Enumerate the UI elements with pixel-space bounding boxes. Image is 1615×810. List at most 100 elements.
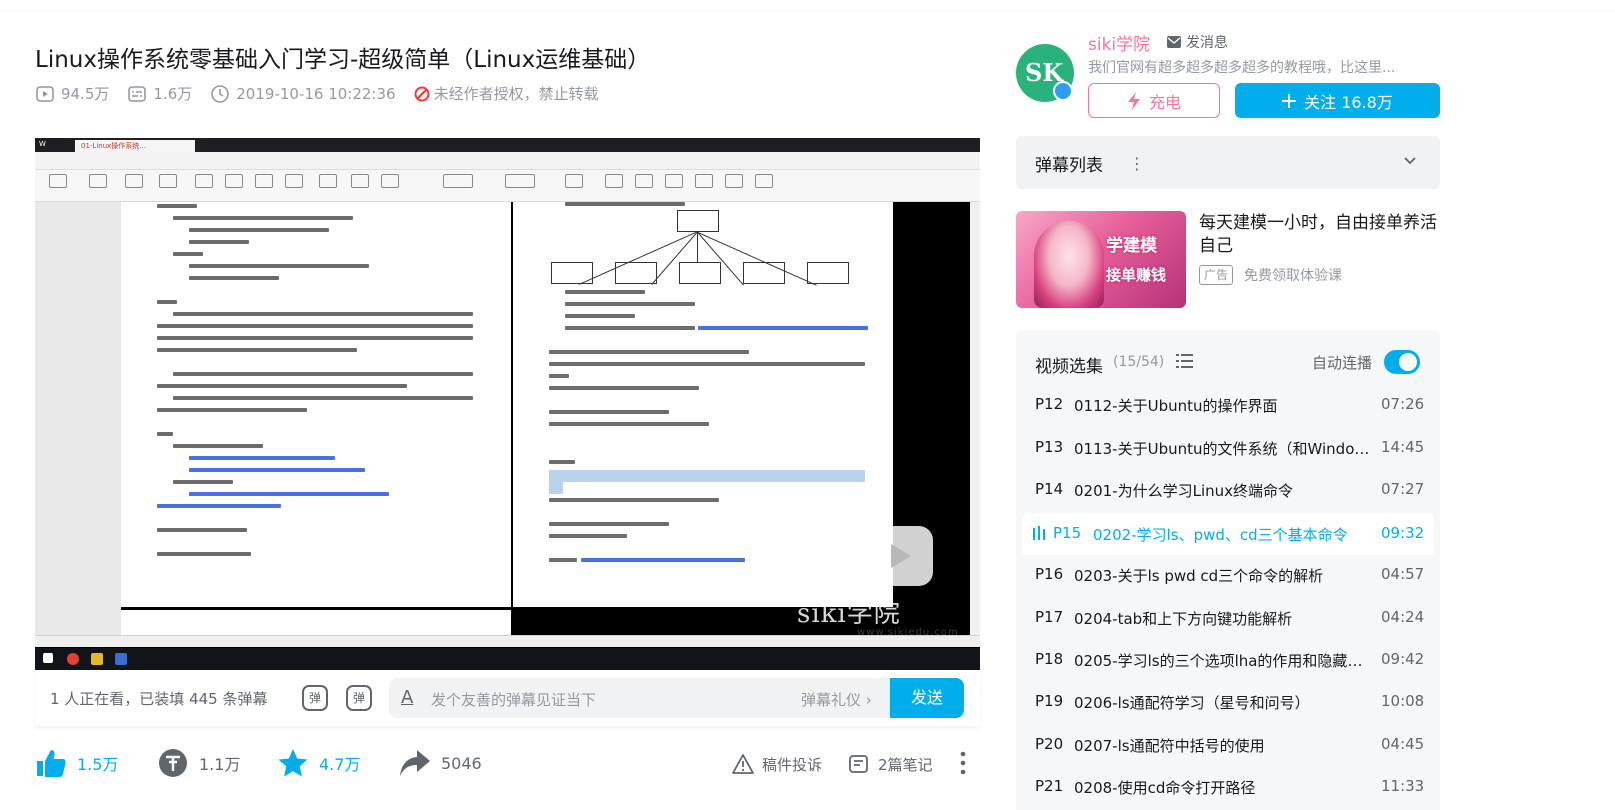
wps-titlebar: W 01-Linux操作系统...: [35, 138, 980, 152]
favorite-count: 4.7万: [319, 755, 361, 774]
danmaku-bar: 1 人正在看，已装填 445 条弹幕 弹 弹 A 发个友善的弹幕见证当下 弹幕礼…: [35, 670, 980, 726]
share-count: 5046: [441, 753, 482, 773]
send-message-label: 发消息: [1186, 35, 1228, 51]
play-button-icon[interactable]: [865, 526, 933, 586]
episode-playlist: 视频选集 (15/54) 自动连播 P12 0112-关于Ubuntu的操作界面…: [1016, 330, 1440, 810]
playlist-item[interactable]: P20 0207-ls通配符中括号的使用 04:45: [1016, 724, 1440, 766]
video-player[interactable]: W 01-Linux操作系统... siki学院 www.sikiedu.com: [35, 138, 980, 670]
windows-taskbar: [35, 648, 980, 670]
danmaku-toggle-icon[interactable]: 弹: [302, 685, 328, 711]
share-button[interactable]: 5046: [399, 748, 482, 778]
video-title: Linux操作系统零基础入门学习-超级简单（Linux运维基础）: [35, 47, 651, 73]
playlist-count: (15/54): [1113, 354, 1165, 370]
episode-name: 0208-使用cd命令打开路径: [1074, 779, 1256, 797]
mail-icon: [1167, 36, 1181, 48]
coin-button[interactable]: 1.1万: [157, 748, 240, 778]
playlist-item-current[interactable]: P15 0202-学习ls、pwd、cd三个基本命令 09:32: [1022, 513, 1434, 555]
like-count: 1.5万: [77, 755, 119, 774]
playlist-item[interactable]: P18 0205-学习ls的三个选项lha的作用和隐藏文件 09:42: [1016, 639, 1440, 681]
danmaku-etiquette-link[interactable]: 弹幕礼仪 ›: [801, 689, 872, 710]
playlist-item[interactable]: P12 0112-关于Ubuntu的操作界面 07:26: [1016, 384, 1440, 426]
episode-code: P13: [1035, 438, 1064, 456]
chevron-down-icon[interactable]: [1403, 150, 1417, 172]
danmaku-settings-icon[interactable]: 弹: [346, 685, 372, 711]
charge-button[interactable]: 充电: [1088, 83, 1220, 118]
wps-statusbar: [35, 635, 980, 647]
episode-duration: 07:27: [1381, 480, 1425, 498]
autoplay-toggle[interactable]: [1384, 350, 1420, 374]
episode-code: P20: [1035, 735, 1064, 753]
danmaku-input[interactable]: A 发个友善的弹幕见证当下 弹幕礼仪 ›: [389, 678, 964, 718]
watermark-url: www.sikiedu.com: [857, 627, 959, 638]
copyright-text: 未经作者授权，禁止转载: [433, 85, 599, 103]
more-options-icon[interactable]: [960, 751, 966, 775]
favorite-button[interactable]: 4.7万: [277, 748, 360, 778]
episode-name: 0205-学习ls的三个选项lha的作用和隐藏文件: [1074, 652, 1376, 670]
pubdate: 2019-10-16 10:22:36: [210, 84, 396, 104]
coin-icon: [159, 749, 187, 777]
play-count-icon: [36, 85, 54, 102]
episode-name: 0207-ls通配符中括号的使用: [1074, 737, 1265, 755]
playlist-item[interactable]: P21 0208-使用cd命令打开路径 11:33: [1016, 766, 1440, 808]
playlist-item[interactable]: P16 0203-关于ls pwd cd三个命令的解析 04:57: [1016, 554, 1440, 596]
episode-code: P15: [1053, 524, 1082, 542]
episode-code: P18: [1035, 650, 1064, 668]
episode-code: P14: [1035, 480, 1064, 498]
episode-duration: 04:24: [1381, 608, 1425, 626]
episode-duration: 04:45: [1381, 735, 1425, 753]
episode-duration: 09:32: [1381, 524, 1425, 542]
list-view-icon[interactable]: [1176, 354, 1193, 368]
uploader-name[interactable]: siki学院: [1088, 30, 1150, 55]
wps-doc-tab: 01-Linux操作系统...: [75, 140, 195, 152]
danmaku-list-more-icon[interactable]: ⋮: [1129, 154, 1145, 173]
clock-icon: [211, 84, 230, 103]
report-label: 稿件投诉: [762, 755, 823, 774]
ad-subtitle[interactable]: 免费领取体验课: [1244, 265, 1342, 285]
pubdate-value: 2019-10-16 10:22:36: [236, 84, 396, 103]
wps-logo: W: [39, 140, 46, 148]
video-actions: 1.5万 1.1万 4.7万 5046 稿件投诉 2篇笔记: [35, 743, 980, 783]
episode-duration: 09:42: [1381, 650, 1425, 668]
episode-name: 0112-关于Ubuntu的操作界面: [1074, 397, 1278, 415]
danmaku-list-panel[interactable]: 弹幕列表 ⋮: [1016, 136, 1440, 189]
doc-page-left: [121, 202, 511, 607]
report-button[interactable]: 稿件投诉: [732, 753, 822, 775]
follow-button[interactable]: 关注 16.8万: [1235, 83, 1440, 118]
text-style-icon[interactable]: A: [401, 687, 413, 708]
ad-title[interactable]: 每天建模一小时，自由接单养活自己: [1199, 212, 1443, 258]
watermark-text: siki学院: [797, 599, 901, 629]
ad-badge: 广告: [1199, 265, 1234, 285]
forbidden-icon: [414, 86, 430, 101]
playlist-item[interactable]: P14 0201-为什么学习Linux终端命令 07:27: [1016, 469, 1440, 511]
episode-name: 0203-关于ls pwd cd三个命令的解析: [1074, 567, 1324, 585]
send-message-link[interactable]: 发消息: [1167, 32, 1228, 52]
episode-code: P12: [1035, 395, 1064, 413]
danmaku-count: 1.6万: [127, 83, 192, 104]
ad-image[interactable]: 学建模 接单赚钱: [1016, 211, 1186, 308]
danmaku-list-title: 弹幕列表: [1035, 156, 1103, 176]
viewer-count: 1 人正在看，已装填 445 条弹幕: [50, 690, 268, 708]
episode-code: P21: [1035, 777, 1064, 795]
note-icon: [849, 755, 868, 773]
playlist-item[interactable]: P17 0204-tab和上下方向键功能解析 04:24: [1016, 597, 1440, 639]
playlist-item[interactable]: P19 0206-ls通配符学习（星号和问号） 10:08: [1016, 681, 1440, 723]
episode-duration: 04:57: [1381, 565, 1425, 583]
like-button[interactable]: 1.5万: [35, 748, 118, 778]
episode-name: 0201-为什么学习Linux终端命令: [1074, 482, 1294, 500]
warning-icon: [732, 754, 754, 774]
view-count-value: 94.5万: [61, 85, 110, 103]
view-count: 94.5万: [35, 83, 109, 104]
video-meta: 94.5万 1.6万 2019-10-16 10:22:36 未经作者授权，禁止…: [35, 83, 617, 104]
episode-code: P17: [1035, 608, 1064, 626]
episode-code: P16: [1035, 565, 1064, 583]
playlist-item[interactable]: P13 0113-关于Ubuntu的文件系统（和Windows的区别） 14:4…: [1016, 427, 1440, 469]
plus-icon: [1282, 93, 1297, 108]
copyright-notice: 未经作者授权，禁止转载: [414, 83, 599, 104]
notes-button[interactable]: 2篇笔记: [848, 753, 933, 775]
share-icon: [400, 750, 430, 776]
follow-label: 关注 16.8万: [1304, 92, 1393, 112]
send-danmaku-button[interactable]: 发送: [890, 678, 964, 718]
danmaku-input-placeholder: 发个友善的弹幕见证当下: [431, 691, 597, 709]
autoplay-label: 自动连播: [1312, 354, 1373, 372]
charge-label: 充电: [1148, 92, 1181, 112]
